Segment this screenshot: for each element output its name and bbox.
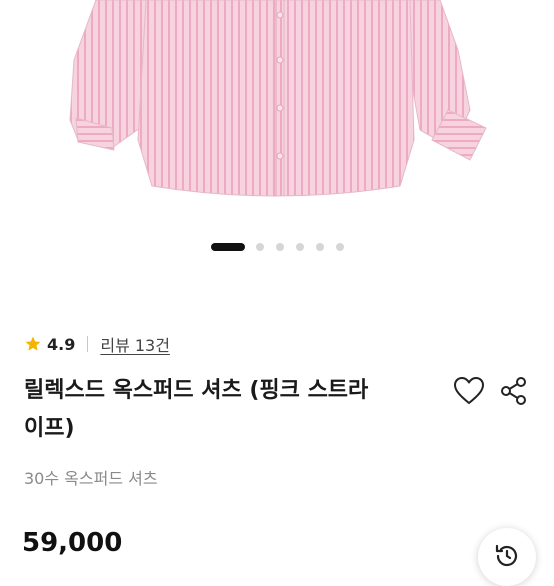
- carousel-dot-4[interactable]: [296, 243, 304, 251]
- carousel-dot-1[interactable]: [211, 243, 245, 251]
- history-button[interactable]: [478, 528, 536, 586]
- divider: [87, 336, 89, 352]
- carousel-indicator: [0, 243, 554, 253]
- product-title: 릴렉스드 옥스퍼드 셔츠 (핑크 스트라 이프): [24, 372, 444, 448]
- history-icon: [495, 544, 518, 567]
- carousel-dot-5[interactable]: [316, 243, 324, 251]
- share-button[interactable]: [498, 374, 530, 408]
- carousel-dot-2[interactable]: [256, 243, 264, 251]
- review-count-link[interactable]: 리뷰 13건: [100, 332, 170, 356]
- product-title-line-1: 릴렉스드 옥스퍼드 셔츠 (핑크 스트라: [24, 378, 369, 403]
- wishlist-button[interactable]: [452, 375, 486, 407]
- share-icon: [501, 377, 526, 405]
- product-subtitle: 30수 옥스퍼드 셔츠: [24, 469, 158, 488]
- rating-row: 4.9 리뷰 13건: [24, 332, 170, 356]
- shirt-illustration: [69, 0, 487, 197]
- carousel-dot-6[interactable]: [336, 243, 344, 251]
- product-title-line-2: 이프): [24, 416, 75, 441]
- carousel-dot-3[interactable]: [276, 243, 284, 251]
- heart-icon: [454, 377, 484, 404]
- rating-value: 4.9: [47, 334, 76, 354]
- product-image[interactable]: [0, 0, 554, 220]
- star-icon: [24, 335, 42, 353]
